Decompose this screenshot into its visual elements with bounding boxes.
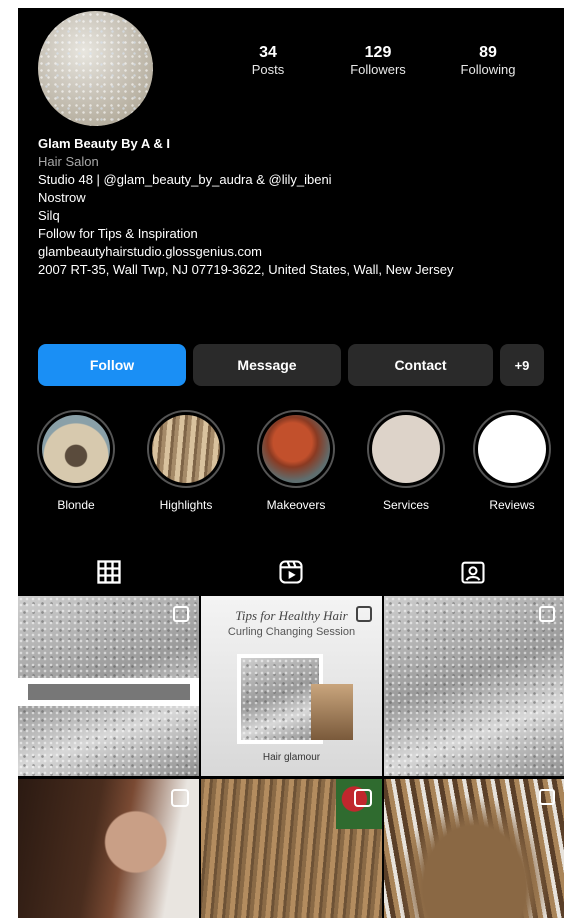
contact-button[interactable]: Contact: [348, 344, 493, 386]
address-link[interactable]: 2007 RT-35, Wall Twp, NJ 07719-3622, Uni…: [38, 261, 548, 279]
profile-bio: Glam Beauty By A & I Hair Salon Studio 4…: [38, 135, 548, 279]
carousel-icon: [539, 606, 555, 622]
tagged-icon: [461, 561, 485, 584]
tab-tagged[interactable]: [382, 548, 564, 596]
profile-name: Glam Beauty By A & I: [38, 136, 170, 151]
highlight-reviews[interactable]: Reviews: [470, 410, 554, 512]
highlight-label: Reviews: [489, 498, 535, 512]
highlight-ring: [473, 410, 551, 488]
stat-following[interactable]: 89 Following: [438, 44, 538, 78]
tab-posts[interactable]: [18, 548, 200, 596]
profile-tabs: [18, 548, 564, 596]
stat-posts[interactable]: 34 Posts: [218, 44, 318, 78]
post-photo: [311, 684, 353, 740]
website-link[interactable]: glambeautyhairstudio.glossgenius.com: [38, 243, 548, 261]
post-subtitle: Curling Changing Session: [227, 626, 356, 638]
highlight-label: Services: [382, 498, 429, 512]
highlight-makeovers[interactable]: Makeovers: [254, 410, 338, 512]
highlight-ring: [257, 410, 335, 488]
highlight-cover: [152, 415, 220, 483]
post-grid: Tips for Healthy Hair Curling Changing S…: [18, 596, 564, 918]
profile-screen: 34 Posts 129 Followers 89 Following Glam…: [18, 8, 564, 918]
highlight-label: Blonde: [57, 498, 95, 512]
followers-count: 129: [364, 44, 392, 61]
profile-avatar[interactable]: [38, 11, 153, 126]
bio-line: Silq: [38, 208, 60, 223]
post-thumbnail[interactable]: [384, 596, 564, 776]
profile-category: Hair Salon: [38, 154, 99, 169]
highlight-highlights[interactable]: Highlights: [144, 410, 228, 512]
grid-icon: [97, 560, 121, 584]
highlight-ring: [367, 410, 445, 488]
reel-icon: [171, 789, 189, 807]
carousel-icon: [356, 606, 372, 622]
highlight-label: Makeovers: [266, 498, 326, 512]
follow-button[interactable]: Follow: [38, 344, 186, 386]
post-banner: [18, 678, 199, 706]
post-thumbnail[interactable]: Tips for Healthy Hair Curling Changing S…: [201, 596, 382, 776]
post-thumbnail[interactable]: [384, 779, 564, 918]
post-signature: Hair glamour: [262, 752, 321, 763]
message-button[interactable]: Message: [193, 344, 341, 386]
post-title: Tips for Healthy Hair: [235, 608, 348, 623]
post-thumbnail[interactable]: [201, 779, 382, 918]
highlight-cover: [372, 415, 440, 483]
highlight-blonde[interactable]: Blonde: [34, 410, 118, 512]
carousel-icon: [173, 606, 189, 622]
post-thumbnail[interactable]: [18, 779, 199, 918]
post-thumbnail[interactable]: [18, 596, 199, 776]
reels-icon: [279, 560, 303, 584]
post-banner-bar: [28, 684, 190, 700]
followers-label: Followers: [350, 62, 406, 77]
highlight-cover: [262, 415, 330, 483]
highlight-label: Highlights: [159, 498, 213, 512]
add-user-icon: +9: [514, 357, 530, 373]
carousel-icon: [539, 789, 555, 805]
highlight-ring: [37, 410, 115, 488]
highlight-cover: [42, 415, 110, 483]
bio-line: Nostrow: [38, 190, 86, 205]
bio-line: Studio 48 | @glam_beauty_by_audra & @lil…: [38, 172, 332, 187]
following-label: Following: [460, 62, 516, 77]
bio-line: Follow for Tips & Inspiration: [38, 226, 198, 241]
highlight-ring: [147, 410, 225, 488]
highlight-cover: [478, 415, 546, 483]
stat-followers[interactable]: 129 Followers: [328, 44, 428, 78]
tab-reels[interactable]: [200, 548, 382, 596]
following-count: 89: [479, 44, 497, 61]
reel-icon: [354, 789, 372, 807]
highlight-services[interactable]: Services: [364, 410, 448, 512]
add-user-button[interactable]: +9: [500, 344, 544, 386]
profile-stats: 34 Posts 129 Followers 89 Following: [218, 44, 538, 78]
posts-count: 34: [259, 44, 277, 61]
posts-label: Posts: [251, 62, 285, 77]
